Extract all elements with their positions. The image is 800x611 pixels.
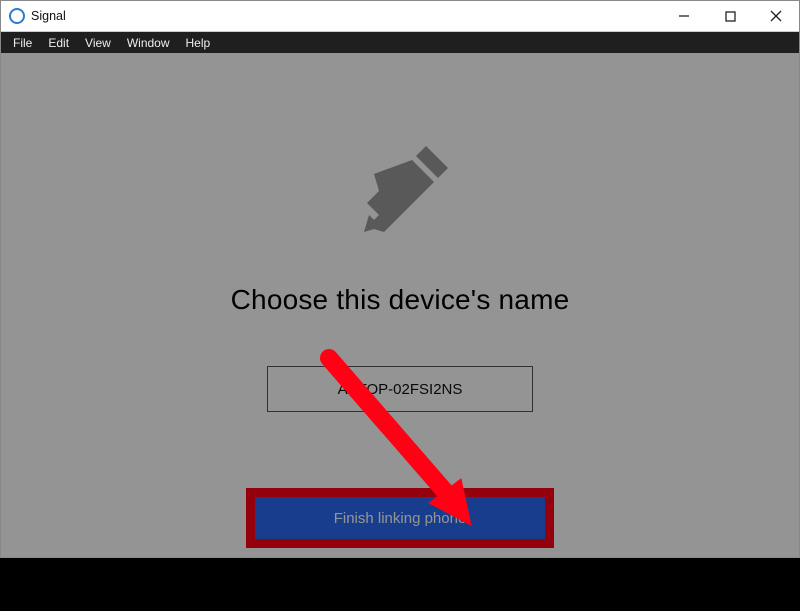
maximize-button[interactable] [707,1,753,31]
menubar: File Edit View Window Help [1,32,799,53]
menu-help[interactable]: Help [178,34,219,52]
signal-logo-icon [9,8,25,24]
client-area: Choose this device's name Finish linking… [2,54,798,556]
menu-file[interactable]: File [5,34,40,52]
titlebar[interactable]: Signal [1,1,799,32]
maximize-icon [725,11,736,22]
device-name-row [267,366,533,412]
menu-view[interactable]: View [77,34,119,52]
page-heading: Choose this device's name [231,284,570,316]
close-button[interactable] [753,1,799,31]
menu-edit[interactable]: Edit [40,34,77,52]
window-controls [661,1,799,31]
close-icon [770,10,782,22]
finish-button-highlight: Finish linking phone [246,488,554,548]
app-window: Signal File Edit View Window Help [0,0,800,558]
device-name-input[interactable] [267,366,533,412]
finish-linking-button[interactable]: Finish linking phone [255,497,545,539]
minimize-button[interactable] [661,1,707,31]
pencil-icon [340,134,460,259]
menu-window[interactable]: Window [119,34,178,52]
window-title: Signal [31,9,66,23]
minimize-icon [678,10,690,22]
